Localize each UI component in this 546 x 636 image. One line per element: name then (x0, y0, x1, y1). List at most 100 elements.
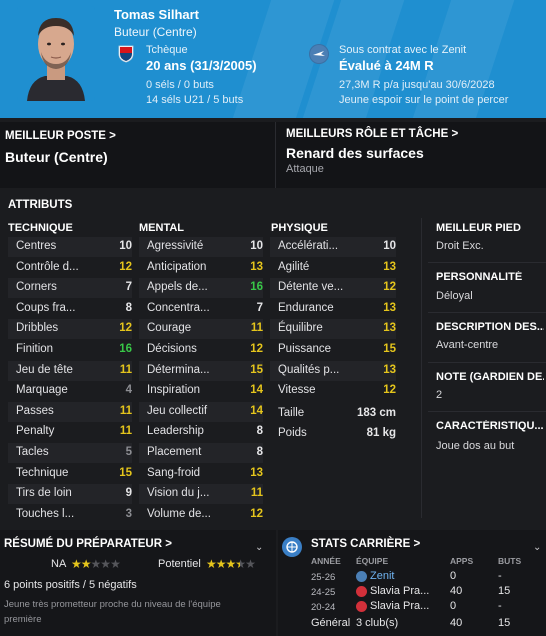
attribute-row[interactable]: Leadership 8 (139, 422, 263, 442)
attribute-value: 12 (250, 343, 263, 355)
attribute-name: Agilité (278, 260, 310, 273)
senior-caps: 0 séls / 0 buts (146, 79, 214, 91)
nationality[interactable]: Tchèque (146, 44, 188, 56)
attribute-value: 15 (250, 363, 263, 376)
slavia-club-icon (356, 601, 367, 612)
attribute-row[interactable]: Penalty 11 (8, 422, 132, 442)
col-apps: APPS (450, 556, 474, 566)
attribute-row[interactable]: Agressivité 10 (139, 237, 263, 257)
attribute-row[interactable]: Contrôle d... 12 (8, 258, 132, 278)
chevron-down-icon[interactable]: ⌄ (533, 542, 541, 553)
attribute-row[interactable]: Centres 10 (8, 237, 132, 257)
attribute-row[interactable]: Sang-froid 13 (139, 464, 263, 484)
attribute-name: Agressivité (147, 240, 204, 252)
description-value: Avant-centre (436, 339, 499, 351)
attribute-name: Passes (16, 404, 54, 417)
attribute-value: 13 (250, 260, 263, 273)
attribute-name: Anticipation (147, 260, 207, 273)
attribute-row[interactable]: Technique 15 (8, 464, 132, 484)
attribute-value: 4 (125, 384, 132, 397)
attribute-name: Penalty (16, 425, 55, 438)
best-position-band: MEILLEUR POSTE > Buteur (Centre) MEILLEU… (0, 122, 546, 188)
attribute-value: 14 (250, 404, 263, 417)
attribute-row[interactable]: Courage 11 (139, 319, 263, 340)
attribute-row[interactable]: Inspiration 14 (139, 381, 263, 401)
career-team[interactable]: Slavia Pra... (370, 600, 429, 612)
attribute-row[interactable]: Puissance 15 (270, 340, 396, 360)
attribute-row[interactable]: Dribbles 12 (8, 319, 132, 340)
attribute-row[interactable]: Marquage 4 (8, 381, 132, 401)
best-position-link[interactable]: MEILLEUR POSTE > (5, 130, 116, 142)
weight-label: Poids (278, 427, 307, 439)
attribute-row[interactable]: Équilibre 13 (270, 319, 396, 340)
attribute-name: Touches l... (16, 507, 75, 520)
attribute-row[interactable]: Détente ve... 12 (270, 278, 396, 299)
attribute-row[interactable]: Jeu de tête 11 (8, 360, 132, 381)
attribute-name: Concentra... (147, 301, 210, 314)
star-icon: ★ (100, 557, 111, 571)
attribute-row[interactable]: Qualités p... 13 (270, 360, 396, 381)
attribute-row[interactable]: Décisions 12 (139, 340, 263, 360)
attribute-row[interactable]: Vision du j... 11 (139, 484, 263, 505)
attribute-value: 15 (119, 466, 132, 479)
attribute-row[interactable]: Endurance 13 (270, 299, 396, 319)
attribute-name: Appels de... (147, 281, 208, 294)
attribute-row[interactable]: Placement 8 (139, 443, 263, 463)
career-team[interactable]: Slavia Pra... (370, 585, 429, 597)
total-label: Général (311, 617, 351, 629)
height-value: 183 cm (356, 407, 396, 419)
slavia-club-icon (356, 586, 367, 597)
attribute-row[interactable]: Anticipation 13 (139, 258, 263, 278)
attribute-name: Jeu de tête (16, 363, 73, 376)
attribute-value: 7 (256, 301, 263, 314)
player-portrait (17, 6, 95, 101)
weight-value: 81 kg (366, 427, 396, 439)
attribute-row[interactable]: Tirs de loin 9 (8, 484, 132, 505)
attribute-name: Marquage (16, 384, 68, 397)
attribute-row[interactable]: Coups fra... 8 (8, 299, 132, 319)
traits-label: CARACTÉRISTIQU... (436, 420, 544, 432)
zenit-club-icon (356, 571, 367, 582)
attribute-row[interactable]: Finition 16 (8, 340, 132, 360)
attribute-value: 11 (119, 425, 132, 438)
attribute-row[interactable]: Tacles 5 (8, 443, 132, 463)
attribute-row[interactable]: Appels de... 16 (139, 278, 263, 299)
best-position-value: Buteur (Centre) (5, 149, 108, 165)
career-stats-panel: STATS CARRIÈRE > ⌄ ANNÉE ÉQUIPE APPS BUT… (278, 530, 546, 636)
total-team: 3 club(s) (356, 617, 399, 629)
attribute-value: 9 (125, 487, 132, 500)
attribute-name: Inspiration (147, 384, 201, 397)
attribute-row[interactable]: Corners 7 (8, 278, 132, 299)
career-globe-icon (282, 537, 302, 557)
career-stats-link[interactable]: STATS CARRIÈRE > (311, 538, 420, 550)
attribute-row[interactable]: Détermina... 15 (139, 360, 263, 381)
attribute-row[interactable]: Touches l... 3 (8, 505, 132, 525)
career-team[interactable]: Zenit (370, 570, 394, 582)
best-foot-label: MEILLEUR PIED (436, 222, 521, 234)
attribute-name: Qualités p... (278, 363, 340, 376)
attribute-row[interactable]: Agilité 13 (270, 258, 396, 278)
star-icon: ★ (90, 557, 102, 571)
career-goals: 15 (498, 585, 511, 597)
current-ability-label: NA (51, 558, 67, 570)
attribute-value: 12 (250, 507, 263, 520)
attribute-name: Décisions (147, 343, 197, 355)
attribute-row[interactable]: Volume de... 12 (139, 505, 263, 525)
chevron-down-icon[interactable]: ⌄ (255, 542, 263, 553)
attribute-value: 13 (383, 301, 396, 314)
zenit-club-icon[interactable] (309, 44, 329, 64)
player-header: Tomas Silhart Buteur (Centre) Tchèque 20… (0, 0, 546, 118)
attribute-row[interactable]: Concentra... 7 (139, 299, 263, 319)
attribute-value: 8 (256, 425, 263, 438)
best-role-link[interactable]: MEILLEURS RÔLE ET TÂCHE > (286, 128, 458, 140)
attribute-row[interactable]: Vitesse 12 (270, 381, 396, 401)
note-value: 2 (436, 389, 443, 401)
attribute-value: 11 (250, 322, 263, 335)
col-goals: BUTS (498, 556, 522, 566)
coach-report-link[interactable]: RÉSUMÉ DU PRÉPARATEUR > (4, 538, 172, 550)
col-year: ANNÉE (311, 556, 341, 566)
attribute-row[interactable]: Passes 11 (8, 401, 132, 422)
attribute-row[interactable]: Jeu collectif 14 (139, 401, 263, 422)
attribute-row[interactable]: Accélérati... 10 (270, 237, 396, 257)
best-role-duty: Attaque (286, 163, 324, 175)
